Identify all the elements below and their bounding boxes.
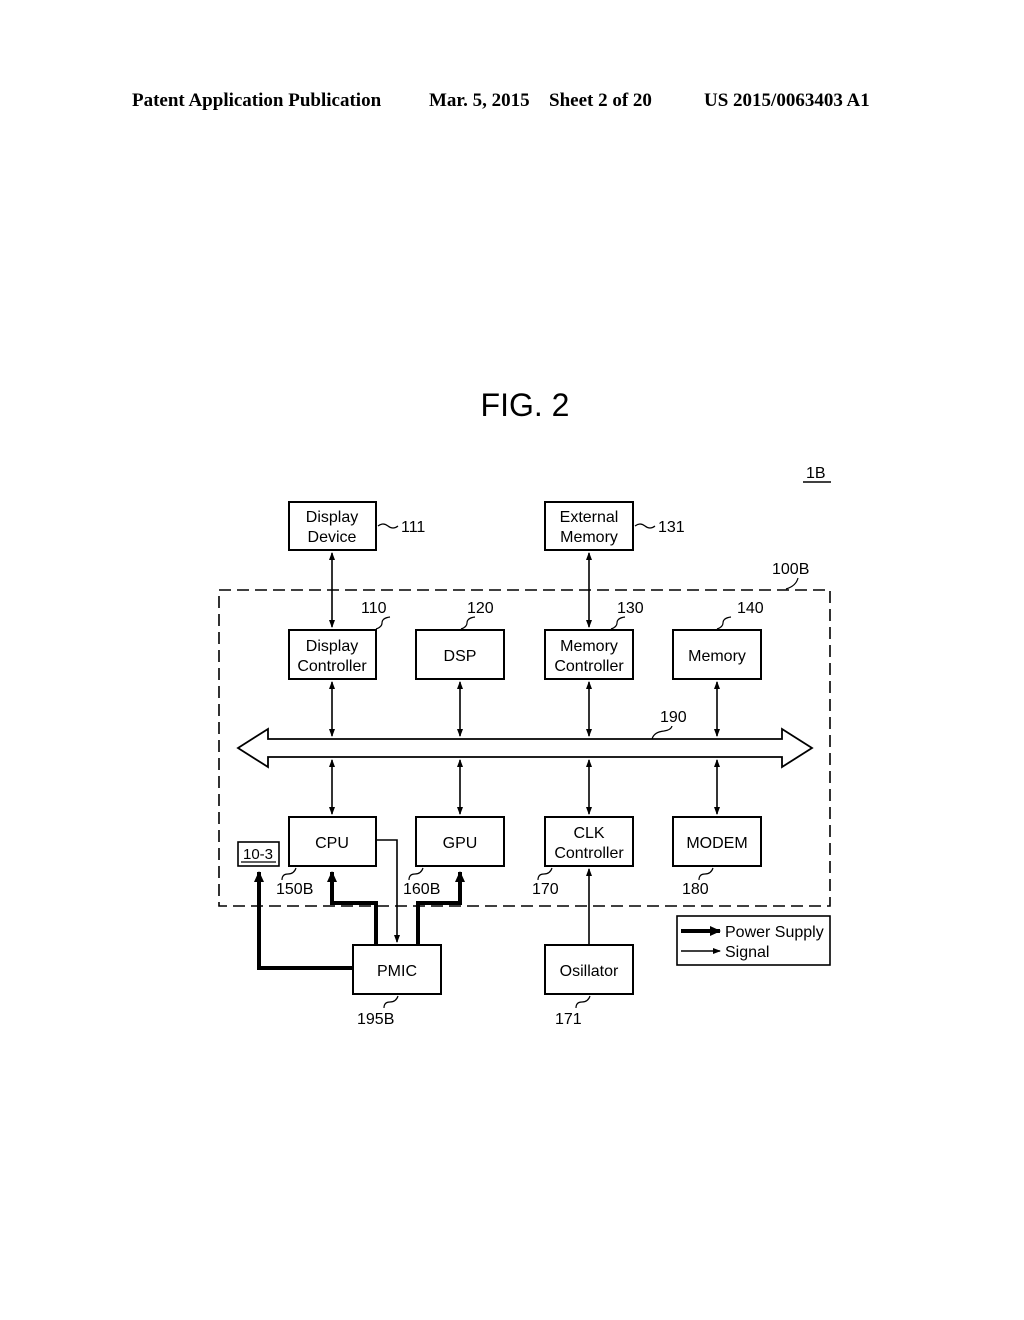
- modem-block: MODEM: [672, 816, 762, 867]
- pmic-ref: 195B: [357, 1011, 394, 1028]
- bus-leader: [651, 725, 673, 740]
- clk-controller-block: CLK Controller: [544, 816, 634, 867]
- svg-text:Controller: Controller: [554, 845, 624, 862]
- oscillator-leader: [575, 995, 591, 1009]
- legend-signal-label: Signal: [725, 944, 769, 961]
- oscillator-ref: 171: [555, 1011, 582, 1028]
- modem-ref: 180: [682, 881, 709, 898]
- legend-power-label: Power Supply: [725, 924, 824, 941]
- dsp-block: DSP: [415, 629, 505, 680]
- gpu-ref: 160B: [403, 881, 440, 898]
- battery-block: 10-3: [237, 841, 280, 867]
- bus-ref: 190: [660, 709, 687, 726]
- block-diagram: FIG. 2 1B 100B Display Device 111 Extern…: [218, 387, 831, 1028]
- svg-text:Memory: Memory: [688, 648, 746, 665]
- display-controller-leader: [375, 616, 391, 630]
- memory-controller-block: Memory Controller: [544, 629, 634, 680]
- external-memory-block: External Memory: [544, 501, 634, 551]
- pmic-cpu-power-arrow: [327, 871, 378, 945]
- modem-leader: [698, 867, 714, 881]
- pmic-block: PMIC: [352, 944, 442, 995]
- memory-ref: 140: [737, 600, 764, 617]
- svg-text:Memory: Memory: [560, 529, 618, 546]
- svg-text:CPU: CPU: [315, 835, 349, 852]
- cpu-pmic-signal-arrow: [376, 839, 400, 943]
- display-controller-block: Display Controller: [288, 629, 377, 680]
- pmic-leader: [383, 995, 399, 1009]
- external-memory-leader: [634, 523, 656, 529]
- soc-ref: 100B: [772, 561, 809, 578]
- svg-text:Display: Display: [306, 509, 358, 526]
- gpu-leader: [408, 867, 424, 881]
- svg-text:Display: Display: [306, 638, 358, 655]
- clk-controller-leader: [537, 867, 553, 881]
- external-memory-ref: 131: [658, 519, 685, 536]
- svg-text:10-3: 10-3: [243, 846, 273, 863]
- dsp-leader: [460, 616, 476, 630]
- dsp-ref: 120: [467, 600, 494, 617]
- svg-text:External: External: [560, 509, 619, 526]
- svg-text:PMIC: PMIC: [377, 963, 417, 980]
- display-controller-ref: 110: [361, 600, 387, 617]
- display-device-block: Display Device: [288, 501, 377, 551]
- memory-leader: [716, 616, 732, 630]
- gpu-block: GPU: [415, 816, 505, 867]
- soc-leader: [785, 577, 799, 590]
- svg-text:Controller: Controller: [554, 658, 624, 675]
- system-ref: 1B: [806, 465, 826, 482]
- cpu-ref: 150B: [276, 881, 313, 898]
- svg-text:Controller: Controller: [297, 658, 367, 675]
- memory-controller-ref: 130: [617, 600, 644, 617]
- memory-controller-leader: [610, 616, 626, 630]
- oscillator-block: Osillator: [544, 944, 634, 995]
- svg-text:Device: Device: [308, 529, 357, 546]
- svg-text:DSP: DSP: [444, 648, 477, 665]
- svg-text:MODEM: MODEM: [686, 835, 747, 852]
- svg-text:GPU: GPU: [443, 835, 478, 852]
- display-device-ref: 111: [401, 519, 425, 536]
- cpu-leader: [281, 867, 297, 881]
- system-bus: [236, 727, 814, 769]
- memory-block: Memory: [672, 629, 762, 680]
- figure-title: FIG. 2: [481, 387, 570, 423]
- svg-text:CLK: CLK: [573, 825, 604, 842]
- clk-controller-ref: 170: [532, 881, 559, 898]
- cpu-block: CPU: [288, 816, 377, 867]
- display-device-leader: [377, 523, 399, 529]
- svg-text:Osillator: Osillator: [560, 963, 619, 980]
- svg-text:Memory: Memory: [560, 638, 618, 655]
- legend: Power Supply Signal: [676, 915, 831, 966]
